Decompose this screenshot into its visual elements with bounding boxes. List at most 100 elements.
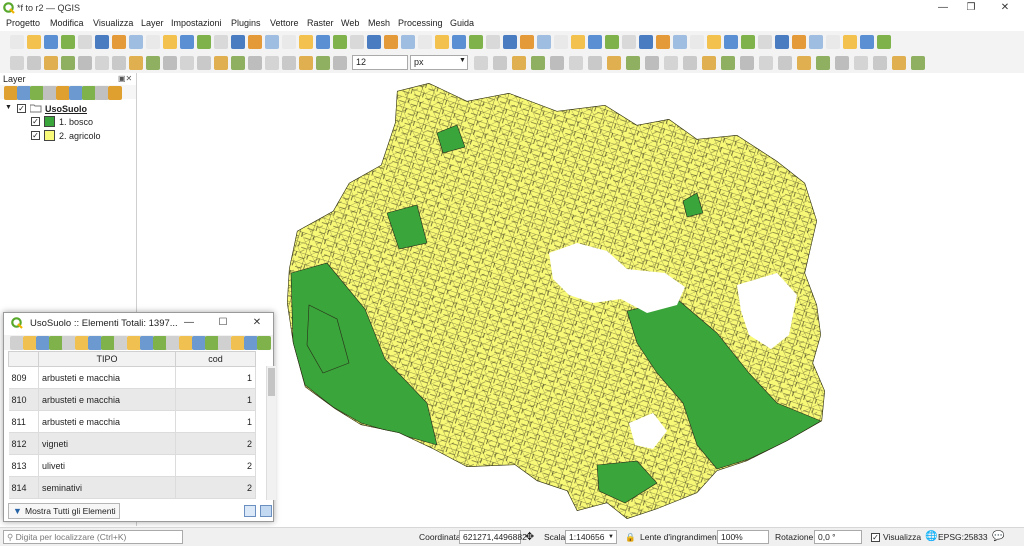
table-row[interactable]: 809 arbusteti e macchia 1 (8, 366, 256, 389)
toolbar-tool-icon[interactable] (911, 56, 925, 70)
cell-tipo[interactable]: arbusteti e macchia (38, 410, 176, 433)
toolbar-tool-icon[interactable] (569, 56, 583, 70)
toolbar-tool-icon[interactable] (197, 56, 211, 70)
toolbar-tool-icon[interactable] (218, 336, 232, 350)
menu-layer[interactable]: Layer (141, 18, 164, 28)
toolbar-tool-icon[interactable] (435, 35, 449, 49)
menu-vettore[interactable]: Vettore (270, 18, 299, 28)
toolbar-tool-icon[interactable] (23, 336, 37, 350)
cell-cod[interactable]: 1 (175, 366, 256, 389)
class-agricolo-label[interactable]: 2. agricolo (59, 131, 101, 141)
toolbar-tool-icon[interactable] (520, 35, 534, 49)
toolbar-tool-icon[interactable] (702, 56, 716, 70)
toolbar-tool-icon[interactable] (316, 35, 330, 49)
toolbar-tool-icon[interactable] (95, 35, 109, 49)
toolbar-tool-icon[interactable] (690, 35, 704, 49)
toggle-extents-icon[interactable]: ✥ (525, 530, 534, 543)
menu-guida[interactable]: Guida (450, 18, 474, 28)
toolbar-tool-icon[interactable] (61, 35, 75, 49)
toolbar-tool-icon[interactable] (101, 336, 115, 350)
toolbar-tool-icon[interactable] (707, 35, 721, 49)
toolbar-tool-icon[interactable] (877, 35, 891, 49)
toolbar-tool-icon[interactable] (192, 336, 206, 350)
toolbar-tool-icon[interactable] (114, 336, 128, 350)
toolbar-tool-icon[interactable] (816, 56, 830, 70)
toolbar-tool-icon[interactable] (10, 56, 24, 70)
toolbar-tool-icon[interactable] (10, 35, 24, 49)
lock-icon[interactable]: 🔒 (625, 532, 636, 543)
toolbar-tool-icon[interactable] (146, 56, 160, 70)
toolbar-tool-icon[interactable] (282, 56, 296, 70)
row-id[interactable]: 809 (8, 366, 39, 389)
toolbar-tool-icon[interactable] (244, 336, 258, 350)
toolbar-tool-icon[interactable] (257, 336, 271, 350)
toolbar-tool-icon[interactable] (179, 336, 193, 350)
expand-arrow-icon[interactable]: ▼ (5, 104, 12, 111)
toolbar-tool-icon[interactable] (127, 336, 141, 350)
toolbar-tool-icon[interactable] (854, 56, 868, 70)
toolbar-tool-icon[interactable] (36, 336, 50, 350)
toolbar-tool-icon[interactable] (166, 336, 180, 350)
table-row[interactable]: 810 arbusteti e macchia 1 (8, 388, 256, 411)
rotation-field[interactable]: 0,0 ° (814, 530, 862, 544)
toolbar-tool-icon[interactable] (30, 86, 44, 100)
row-id[interactable]: 811 (8, 410, 39, 433)
toolbar-tool-icon[interactable] (88, 336, 102, 350)
table-vertical-scrollbar[interactable] (266, 366, 276, 500)
cell-tipo[interactable]: vigneti (38, 432, 176, 455)
toolbar-tool-icon[interactable] (44, 56, 58, 70)
toolbar-tool-icon[interactable] (248, 35, 262, 49)
toolbar-tool-icon[interactable] (512, 56, 526, 70)
toolbar-tool-icon[interactable] (656, 35, 670, 49)
toolbar-tool-icon[interactable] (265, 56, 279, 70)
cell-tipo[interactable]: arbusteti e macchia (38, 366, 176, 389)
menu-visualizza[interactable]: Visualizza (93, 18, 133, 28)
toolbar-tool-icon[interactable] (683, 56, 697, 70)
toolbar-tool-icon[interactable] (724, 35, 738, 49)
table-row[interactable]: 813 uliveti 2 (8, 454, 256, 477)
toolbar-tool-icon[interactable] (231, 56, 245, 70)
toolbar-tool-icon[interactable] (197, 35, 211, 49)
toolbar-tool-icon[interactable] (27, 56, 41, 70)
toolbar-tool-icon[interactable] (550, 56, 564, 70)
toolbar-tool-icon[interactable] (282, 35, 296, 49)
toolbar-tool-icon[interactable] (367, 35, 381, 49)
toolbar-tool-icon[interactable] (892, 56, 906, 70)
toolbar-tool-icon[interactable] (75, 336, 89, 350)
class-bosco-checkbox[interactable]: ✓ (31, 117, 40, 126)
snap-units-select[interactable]: px ▼ (410, 55, 468, 70)
toolbar-tool-icon[interactable] (231, 336, 245, 350)
row-id[interactable]: 814 (8, 476, 39, 499)
toolbar-tool-icon[interactable] (163, 35, 177, 49)
toolbar-tool-icon[interactable] (205, 336, 219, 350)
toolbar-tool-icon[interactable] (792, 35, 806, 49)
group-name[interactable]: UsoSuolo (45, 104, 87, 114)
menu-processing[interactable]: Processing (398, 18, 443, 28)
cell-cod[interactable]: 1 (175, 388, 256, 411)
cell-cod[interactable]: 1 (175, 410, 256, 433)
toolbar-tool-icon[interactable] (384, 35, 398, 49)
cell-tipo[interactable]: arbusteti e macchia (38, 388, 176, 411)
minimize-button[interactable]: — (935, 2, 951, 14)
cell-cod[interactable]: 2 (175, 454, 256, 477)
toolbar-tool-icon[interactable] (4, 86, 18, 100)
locator-search-input[interactable]: ⚲ Digita per localizzare (Ctrl+K) (3, 530, 183, 544)
class-bosco-label[interactable]: 1. bosco (59, 117, 93, 127)
toolbar-tool-icon[interactable] (775, 35, 789, 49)
snap-tolerance-input[interactable]: 12 (352, 55, 408, 70)
toolbar-tool-icon[interactable] (759, 56, 773, 70)
form-view-icon[interactable] (244, 505, 256, 517)
toolbar-tool-icon[interactable] (78, 56, 92, 70)
toolbar-tool-icon[interactable] (588, 56, 602, 70)
menu-impostazioni[interactable]: Impostazioni (171, 18, 222, 28)
toolbar-tool-icon[interactable] (607, 56, 621, 70)
toolbar-tool-icon[interactable] (214, 56, 228, 70)
table-row[interactable]: 812 vigneti 2 (8, 432, 256, 455)
row-id[interactable]: 812 (8, 432, 39, 455)
toolbar-tool-icon[interactable] (350, 35, 364, 49)
table-row[interactable]: 814 seminativi 2 (8, 476, 256, 499)
show-all-features-button[interactable]: ▼ Mostra Tutti gli Elementi (8, 503, 120, 519)
toolbar-tool-icon[interactable] (418, 35, 432, 49)
toolbar-tool-icon[interactable] (826, 35, 840, 49)
panel-float-close-icon[interactable]: ▣✕ (118, 74, 132, 83)
